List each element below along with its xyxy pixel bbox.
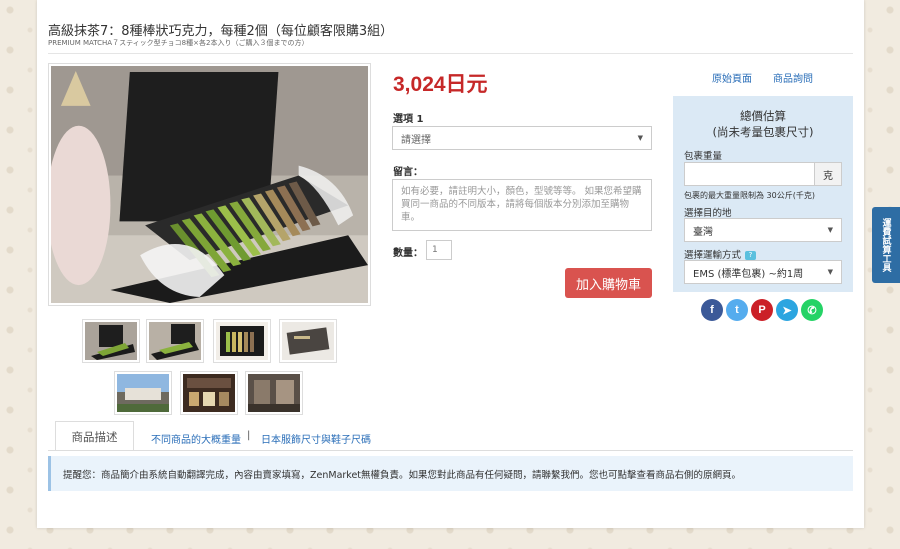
destination-select[interactable]: 臺灣 ▼	[684, 218, 842, 242]
product-inquiry-link[interactable]: 商品詢問	[773, 70, 813, 85]
original-page-link[interactable]: 原始頁面	[712, 70, 752, 85]
chevron-down-icon: ▼	[827, 226, 833, 234]
option-label: 選項 1	[393, 114, 424, 125]
estimate-subtitle: (尚未考量包裹尺寸)	[712, 125, 814, 139]
thumbnail-1[interactable]	[82, 319, 140, 363]
thumbnail-2[interactable]	[146, 319, 204, 363]
product-title: 高級抹茶7：8種棒狀巧克力，每種2個（每位顧客限購3組）	[48, 24, 394, 39]
shipping-method-value: EMS (標準包裹) ~約1周	[693, 268, 804, 280]
thumbnail-6[interactable]	[180, 371, 238, 415]
price: 3,024日元	[393, 73, 488, 96]
translation-notice: 提醒您：商品簡介由系統自動翻譯完成，內容由賣家填寫，ZenMarket無權負責。…	[48, 456, 853, 491]
facebook-icon[interactable]: f	[701, 299, 723, 321]
quantity-input[interactable]: 1	[426, 240, 452, 260]
shipping-method-select[interactable]: EMS (標準包裹) ~約1周 ▼	[684, 260, 842, 284]
option-select-value: 請選擇	[401, 134, 431, 146]
estimate-title: 總價估算	[740, 109, 786, 123]
whatsapp-icon[interactable]: ✆	[801, 299, 823, 321]
quantity-label: 數量：	[393, 248, 423, 259]
divider	[48, 53, 853, 54]
telegram-icon[interactable]: ➤	[776, 299, 798, 321]
thumbnail-4[interactable]	[279, 319, 337, 363]
shipping-calculator-tab[interactable]: 運費試算工具	[872, 207, 900, 283]
chevron-down-icon: ▼	[637, 134, 643, 142]
thumbnail-3[interactable]	[213, 319, 271, 363]
main-product-image[interactable]	[48, 63, 371, 306]
product-subtitle: PREMIUM MATCHA７スティック型チョコ8種×各2本入り（ご購入３個まで…	[48, 39, 309, 47]
shipping-estimate-box: 總價估算 (尚未考量包裹尺寸) 包裹重量 克 包裹的最大重量限制為 30公斤(千…	[673, 96, 853, 292]
option-select[interactable]: 請選擇 ▼	[392, 126, 652, 150]
tabs-divider	[48, 450, 853, 451]
tab-description[interactable]: 商品描述	[55, 421, 134, 451]
thumbnail-7[interactable]	[245, 371, 303, 415]
weight-note: 包裹的最大重量限制為 30公斤(千克)	[684, 191, 815, 200]
product-panel: 高級抹茶7：8種棒狀巧克力，每種2個（每位顧客限購3組） PREMIUM MAT…	[37, 0, 864, 528]
message-label: 留言：	[393, 167, 423, 178]
help-icon[interactable]: ?	[745, 251, 757, 260]
tab-sizes[interactable]: 日本服飾尺寸與鞋子尺碼	[261, 431, 371, 446]
thumbnail-5[interactable]	[114, 371, 172, 415]
destination-label: 選擇目的地	[684, 208, 732, 219]
weight-label: 包裹重量	[684, 151, 723, 162]
message-textarea[interactable]: 如有必要，請註明大小，顏色，型號等等。 如果您希望購買同一商品的不同版本，請將每…	[392, 179, 652, 231]
twitter-icon[interactable]: t	[726, 299, 748, 321]
pinterest-icon[interactable]: P	[751, 299, 773, 321]
add-to-cart-button[interactable]: 加入購物車	[565, 268, 652, 298]
weight-unit: 克	[815, 162, 842, 186]
weight-input[interactable]	[684, 162, 815, 186]
shipping-method-label: 選擇運輸方式?	[684, 247, 757, 261]
tab-separator: |	[247, 430, 251, 441]
destination-value: 臺灣	[693, 226, 713, 238]
chevron-down-icon: ▼	[827, 268, 833, 276]
tab-weights[interactable]: 不同商品的大概重量	[151, 431, 241, 446]
